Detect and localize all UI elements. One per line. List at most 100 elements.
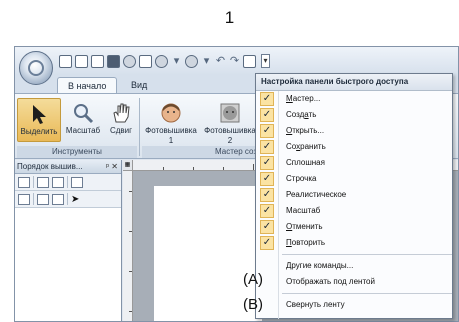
color-up-icon[interactable] <box>37 193 49 205</box>
menu-item-text: астер... <box>292 94 321 103</box>
photo-stitch-1-number: 1 <box>168 136 174 145</box>
order-down-icon[interactable] <box>52 176 64 188</box>
ruler-tick <box>129 311 132 312</box>
menu-item-text: Масштаб <box>286 206 321 215</box>
menu-item-show-below-ribbon[interactable]: Отображать под лентой <box>256 274 452 290</box>
page-number: 1 <box>224 8 235 27</box>
menu-item-text: ранить <box>300 142 326 151</box>
application-orb-icon <box>28 60 44 76</box>
menu-item-text: Со <box>286 142 297 151</box>
pan-button-label: Сдвиг <box>109 126 133 135</box>
menu-separator <box>282 293 452 294</box>
menu-item-save[interactable]: ✓ Сохранить <box>256 139 452 155</box>
magnifier-icon <box>74 104 94 124</box>
menu-item-zoom[interactable]: ✓ Масштаб <box>256 203 452 219</box>
menu-item-undo[interactable]: ✓ Отменить <box>256 219 452 235</box>
menu-item-fill[interactable]: ✓ Сплошная <box>256 155 452 171</box>
menu-item-text: Строчка <box>286 174 317 183</box>
photo-stitch-1-button[interactable]: Фотовышивка 1 <box>142 98 200 145</box>
zoom-arrow-icon[interactable]: ▾ <box>201 55 212 68</box>
check-icon: ✓ <box>260 108 274 122</box>
menu-item-text: тменить <box>292 222 323 231</box>
check-icon: ✓ <box>260 220 274 234</box>
customize-quick-access-menu: Настройка панели быстрого доступа ✓ Маст… <box>255 73 453 319</box>
check-icon: ✓ <box>260 188 274 202</box>
check-icon: ✓ <box>260 172 274 186</box>
menu-item-open[interactable]: ✓ Открыть... <box>256 123 452 139</box>
quick-access-icons: ▾ ▾ ↶ ↷ ▾ <box>59 53 270 69</box>
menu-item-text: овторить <box>291 238 326 247</box>
line-stitch-icon[interactable] <box>139 54 152 68</box>
stitch-order-toolbar-2: ➤ <box>15 191 121 208</box>
menu-item-minimize-ribbon[interactable]: Свернуть ленту <box>256 297 452 313</box>
select-arrow-icon <box>33 105 46 124</box>
photo-portrait-gray-icon <box>220 103 240 123</box>
menu-item-text: Созд <box>286 110 305 119</box>
select-button-label: Выделить <box>20 127 58 136</box>
ruler-corner: ▦ <box>123 160 133 171</box>
quick-access-toolbar: ▾ ▾ ↶ ↷ ▾ ▾ <box>15 47 458 75</box>
ruler-tick <box>163 167 164 170</box>
tab-home[interactable]: В начало <box>57 77 118 94</box>
stitch-order-panel: Порядок вышив... ᵖ ✕ ➤ <box>15 160 122 321</box>
zoom-button[interactable]: Масштаб <box>61 98 105 142</box>
ruler-tick <box>223 167 224 170</box>
ribbon-group-tools-label: Инструменты <box>17 146 137 158</box>
order-last-icon[interactable] <box>71 176 83 188</box>
photo-stitch-2-button[interactable]: Фотовышивка 2 <box>201 98 259 145</box>
menu-item-wizard[interactable]: ✓ Мастер... <box>256 91 452 107</box>
zoom-button-label: Масштаб <box>65 126 101 135</box>
redo-icon[interactable]: ↷ <box>229 55 240 68</box>
application-button[interactable] <box>19 51 53 85</box>
pan-button[interactable]: Сдвиг <box>103 98 139 142</box>
menu-item-line[interactable]: ✓ Строчка <box>256 171 452 187</box>
stitch-order-title: Порядок вышив... <box>17 162 83 171</box>
realistic-view-icon[interactable] <box>155 54 168 68</box>
extra-command-icon[interactable] <box>243 54 256 68</box>
toolbar-separator <box>67 176 68 188</box>
ribbon-group-master-label: Мастер созда <box>142 146 270 158</box>
customize-quick-access-button[interactable]: ▾ <box>261 54 270 68</box>
vertical-ruler <box>123 171 133 321</box>
color-group-icon[interactable] <box>18 193 30 205</box>
zoom-icon[interactable] <box>185 54 198 68</box>
pointer-cursor-icon[interactable]: ➤ <box>71 194 83 205</box>
callout-b: (B) <box>243 296 263 313</box>
stitch-order-header: Порядок вышив... ᵖ ✕ <box>15 160 121 174</box>
ruler-tick <box>193 167 194 170</box>
toolbar-separator <box>33 176 34 188</box>
save-icon[interactable] <box>107 54 120 68</box>
order-first-icon[interactable] <box>18 176 30 188</box>
panel-pin-close-controls[interactable]: ᵖ ✕ <box>106 160 118 173</box>
check-icon: ✓ <box>260 124 274 138</box>
photo-portrait-icon <box>161 103 181 123</box>
toolbar-separator <box>33 193 34 205</box>
check-icon: ✓ <box>260 140 274 154</box>
ruler-tick <box>129 231 132 232</box>
hand-icon <box>113 103 130 123</box>
select-button[interactable]: Выделить <box>17 98 61 142</box>
order-up-icon[interactable] <box>37 176 49 188</box>
ribbon-group-separator <box>139 98 140 156</box>
undo-icon[interactable]: ↶ <box>215 55 226 68</box>
check-icon: ✓ <box>260 92 274 106</box>
new-file-icon[interactable] <box>75 54 88 68</box>
ruler-tick <box>129 271 132 272</box>
callout-a: (A) <box>243 271 263 288</box>
menu-item-more-commands[interactable]: Другие команды... <box>256 258 452 274</box>
menu-item-text: ть <box>308 110 317 119</box>
menu-item-text: ткрыть... <box>292 126 325 135</box>
fill-stitch-icon[interactable] <box>123 54 136 68</box>
open-file-icon[interactable] <box>91 54 104 68</box>
check-icon: ✓ <box>260 156 274 170</box>
menu-item-text: Сплошная <box>286 158 325 167</box>
tab-view[interactable]: Вид <box>121 77 157 94</box>
wizard-icon[interactable] <box>59 54 72 68</box>
zoom-dropdown-icon[interactable]: ▾ <box>171 55 182 68</box>
color-down-icon[interactable] <box>52 193 64 205</box>
check-icon: ✓ <box>260 204 274 218</box>
menu-item-realistic[interactable]: ✓ Реалистическое <box>256 187 452 203</box>
check-icon: ✓ <box>260 236 274 250</box>
menu-item-redo[interactable]: ✓ Повторить <box>256 235 452 251</box>
menu-item-new[interactable]: ✓ Создать <box>256 107 452 123</box>
